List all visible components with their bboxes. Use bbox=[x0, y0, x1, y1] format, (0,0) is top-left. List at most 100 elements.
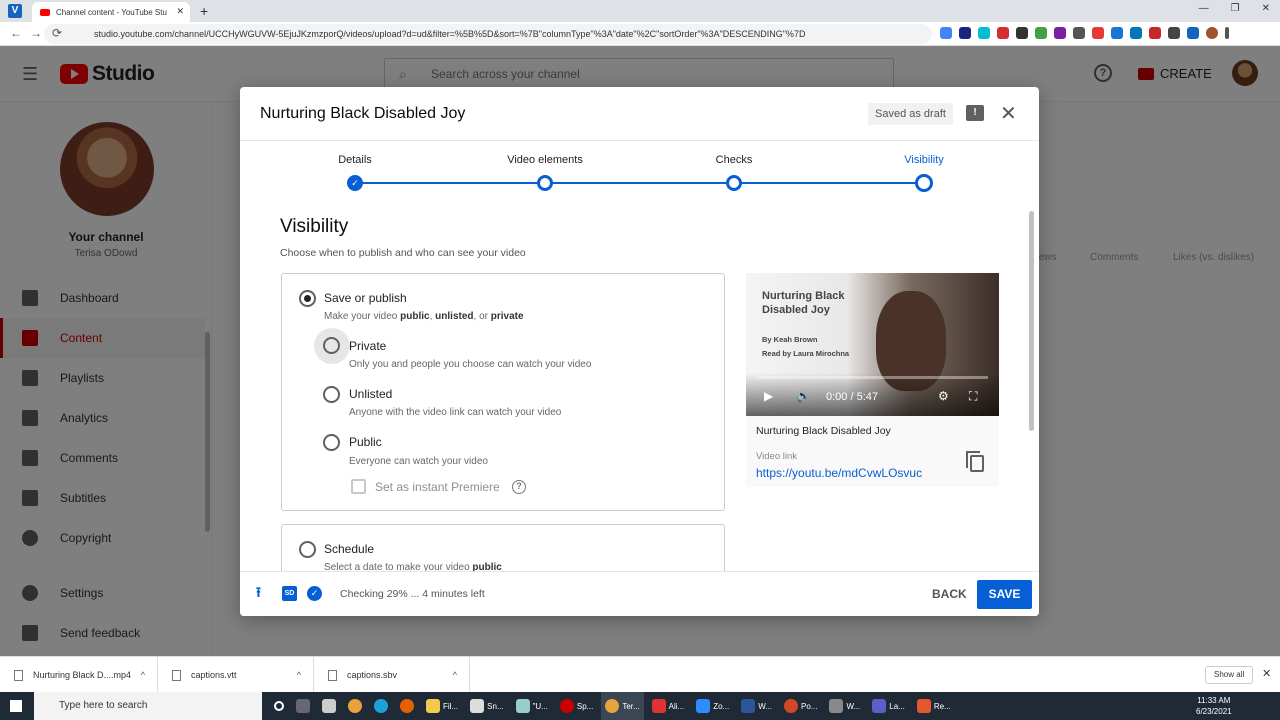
unlisted-label[interactable]: Unlisted bbox=[349, 387, 392, 401]
step-video-elements-label[interactable]: Video elements bbox=[507, 154, 583, 166]
reload-icon[interactable]: ⟳ bbox=[52, 26, 62, 40]
taskbar-app[interactable]: Zo... bbox=[692, 692, 733, 720]
step-visibility-dot[interactable] bbox=[915, 174, 933, 192]
extension-v-icon[interactable]: V bbox=[8, 4, 22, 18]
chevron-up-icon[interactable]: ^ bbox=[141, 670, 145, 680]
video-link[interactable]: https://youtu.be/mdCvwLOsvuc bbox=[756, 466, 922, 480]
tab-title: Channel content - YouTube Stu bbox=[56, 7, 167, 17]
download-item[interactable]: captions.vtt ^ bbox=[158, 657, 314, 693]
taskbar-app[interactable]: W... bbox=[825, 692, 864, 720]
public-radio[interactable] bbox=[323, 434, 340, 451]
private-radio[interactable] bbox=[323, 337, 340, 354]
public-label[interactable]: Public bbox=[349, 435, 382, 449]
menu-icon[interactable] bbox=[1225, 27, 1229, 39]
taskbar-app[interactable]: Re... bbox=[913, 692, 955, 720]
feedback-icon[interactable]: ! bbox=[966, 105, 984, 121]
download-item[interactable]: captions.sbv ^ bbox=[314, 657, 470, 693]
dialog-title: Nurturing Black Disabled Joy bbox=[260, 105, 466, 122]
gear-icon[interactable]: ⚙ bbox=[938, 389, 949, 403]
save-button[interactable]: SAVE bbox=[977, 580, 1032, 609]
fullscreen-icon[interactable]: ⛶ bbox=[969, 389, 977, 404]
schedule-card: Schedule Select a date to make your vide… bbox=[281, 524, 725, 571]
close-window-icon[interactable]: ✕ bbox=[1262, 3, 1270, 14]
schedule-radio[interactable] bbox=[299, 541, 316, 558]
back-button[interactable]: BACK bbox=[926, 584, 973, 604]
extension-icon[interactable] bbox=[1016, 27, 1028, 39]
close-icon[interactable]: ✕ bbox=[1000, 101, 1017, 126]
chrome-icon[interactable] bbox=[344, 692, 366, 720]
extension-icon[interactable] bbox=[978, 27, 990, 39]
taskbar-app[interactable]: Po... bbox=[780, 692, 821, 720]
clock-date: 6/23/2021 bbox=[1196, 707, 1232, 716]
taskbar-app[interactable]: Ali... bbox=[648, 692, 689, 720]
step-visibility-label[interactable]: Visibility bbox=[904, 154, 944, 166]
step-checks-dot[interactable] bbox=[726, 175, 742, 191]
browser-tab-bar: V Channel content - YouTube Stu ✕ + — ❐ … bbox=[0, 0, 1280, 22]
extension-icon[interactable] bbox=[959, 27, 971, 39]
copy-icon[interactable] bbox=[966, 451, 984, 472]
extension-icon[interactable] bbox=[1073, 27, 1085, 39]
volume-icon[interactable]: 🔈 bbox=[796, 389, 811, 403]
firefox-icon[interactable] bbox=[396, 692, 418, 720]
taskbar-app[interactable]: Sp... bbox=[556, 692, 597, 720]
show-all-button[interactable]: Show all bbox=[1205, 666, 1254, 684]
save-or-publish-radio[interactable] bbox=[299, 290, 316, 307]
taskbar-app[interactable]: Fil... bbox=[422, 692, 462, 720]
store-icon[interactable] bbox=[318, 692, 340, 720]
taskbar-app[interactable]: Sn... bbox=[466, 692, 507, 720]
profile-avatar[interactable] bbox=[1206, 27, 1218, 39]
extension-icon[interactable] bbox=[1130, 27, 1142, 39]
help-icon[interactable]: ? bbox=[512, 480, 526, 494]
taskbar-app[interactable]: Ter... bbox=[601, 692, 644, 720]
dialog-scrollbar[interactable] bbox=[1029, 211, 1034, 431]
puzzle-icon[interactable] bbox=[1168, 27, 1180, 39]
system-clock[interactable]: 11:33 AM 6/23/2021 bbox=[1196, 695, 1232, 717]
save-or-publish-label[interactable]: Save or publish bbox=[324, 291, 407, 305]
taskbar-app[interactable]: W... bbox=[737, 692, 776, 720]
edge-icon[interactable] bbox=[370, 692, 392, 720]
taskbar-search-input[interactable]: Type here to search bbox=[34, 692, 262, 720]
chevron-up-icon[interactable]: ^ bbox=[453, 670, 457, 680]
extension-icon[interactable] bbox=[1111, 27, 1123, 39]
maximize-icon[interactable]: ❐ bbox=[1231, 3, 1240, 14]
step-checks-label[interactable]: Checks bbox=[716, 154, 753, 166]
close-tab-icon[interactable]: ✕ bbox=[176, 6, 184, 17]
minimize-icon[interactable]: — bbox=[1199, 3, 1209, 14]
extension-icon[interactable] bbox=[1187, 27, 1199, 39]
video-player[interactable]: Nurturing Black Disabled Joy By Keah Bro… bbox=[746, 273, 999, 416]
extension-icon[interactable] bbox=[1035, 27, 1047, 39]
extension-icon[interactable] bbox=[1149, 27, 1161, 39]
unlisted-radio[interactable] bbox=[323, 386, 340, 403]
back-arrow-icon[interactable]: ← bbox=[10, 26, 22, 40]
extension-icon[interactable] bbox=[1092, 27, 1104, 39]
windows-start-icon[interactable] bbox=[10, 700, 22, 712]
extension-icon[interactable] bbox=[1054, 27, 1066, 39]
progress-bar[interactable] bbox=[756, 376, 988, 379]
checks-complete-icon: ✓ bbox=[307, 586, 322, 601]
stepper-line bbox=[355, 182, 924, 184]
instant-premiere-checkbox[interactable] bbox=[351, 479, 366, 494]
taskbar-app[interactable]: La... bbox=[868, 692, 909, 720]
instant-premiere-label[interactable]: Set as instant Premiere bbox=[375, 480, 500, 494]
url-bar[interactable]: studio.youtube.com/channel/UCCHyWGUVW-5E… bbox=[44, 24, 932, 44]
forward-arrow-icon[interactable]: → bbox=[30, 26, 42, 40]
cortana-icon[interactable] bbox=[270, 692, 288, 720]
step-video-elements-dot[interactable] bbox=[537, 175, 553, 191]
private-label[interactable]: Private bbox=[349, 339, 386, 353]
extension-icon[interactable] bbox=[940, 27, 952, 39]
new-tab-icon[interactable]: + bbox=[200, 3, 208, 19]
browser-tab[interactable]: Channel content - YouTube Stu ✕ bbox=[32, 2, 190, 22]
download-item[interactable]: Nurturing Black D....mp4 ^ bbox=[0, 657, 158, 693]
close-icon[interactable]: ✕ bbox=[1262, 667, 1271, 680]
extension-icons bbox=[940, 27, 1229, 39]
step-details-label[interactable]: Details bbox=[338, 154, 372, 166]
step-details-check-icon[interactable]: ✓ bbox=[347, 175, 363, 191]
thumbnail-author: By Keah Brown bbox=[762, 335, 818, 344]
video-link-label: Video link bbox=[756, 451, 798, 462]
extension-icon[interactable] bbox=[997, 27, 1009, 39]
chevron-up-icon[interactable]: ^ bbox=[297, 670, 301, 680]
play-icon[interactable]: ▶ bbox=[764, 389, 773, 403]
schedule-label[interactable]: Schedule bbox=[324, 542, 374, 556]
taskbar-app[interactable]: "U... bbox=[512, 692, 552, 720]
task-view-icon[interactable] bbox=[292, 692, 314, 720]
